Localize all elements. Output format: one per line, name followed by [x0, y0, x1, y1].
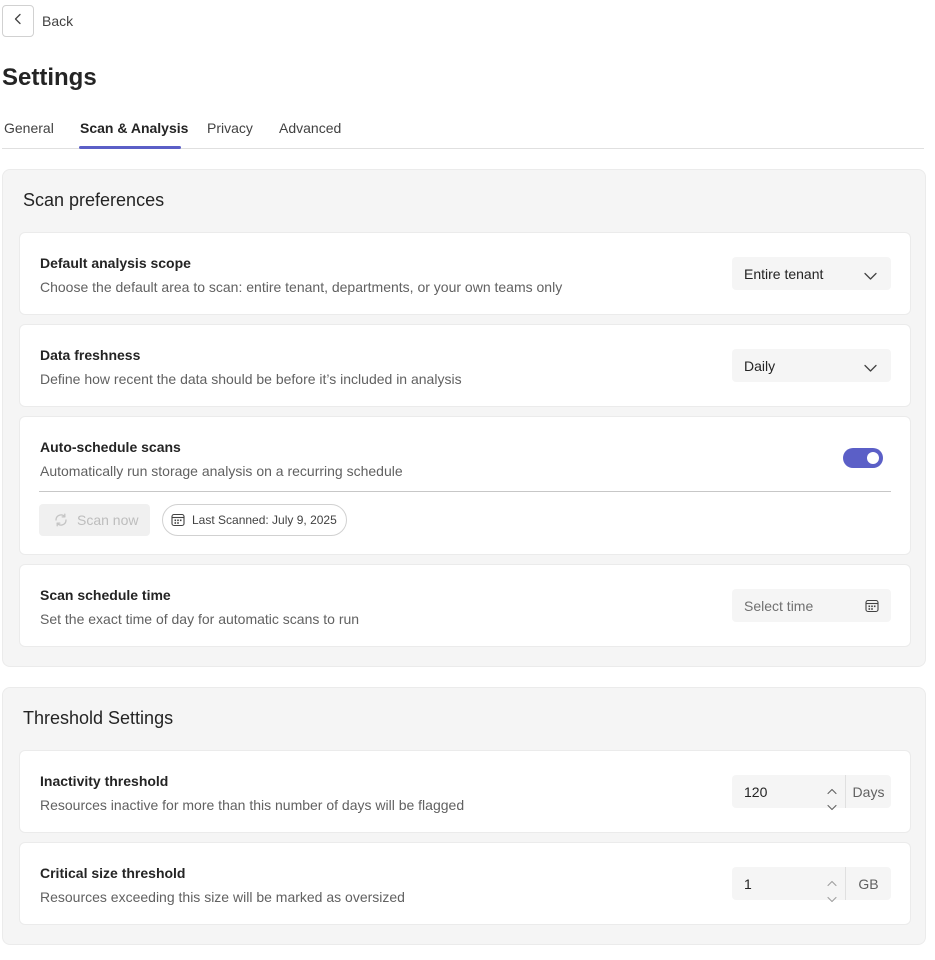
inactivity-stepper: 120 Days — [732, 775, 891, 811]
setting-description: Set the exact time of day for automatic … — [40, 611, 360, 627]
scan-now-button[interactable]: Scan now — [39, 504, 150, 536]
tab-advanced[interactable]: Advanced — [279, 120, 341, 136]
section-title: Threshold Settings — [23, 708, 174, 728]
freshness-dropdown[interactable]: Daily — [732, 349, 891, 382]
dropdown-value: Daily — [744, 357, 776, 374]
chevron-down-icon — [864, 268, 877, 284]
back-button[interactable] — [2, 5, 34, 37]
last-scanned-badge: Last Scanned: July 9, 2025 — [162, 504, 347, 536]
setting-description: Choose the default area to scan: entire … — [40, 279, 563, 295]
dropdown-value: Entire tenant — [744, 265, 824, 282]
input-value: 1 — [744, 875, 752, 892]
inactivity-threshold-card: Inactivity threshold Resources inactive … — [19, 750, 911, 833]
chevron-left-icon — [12, 12, 24, 30]
setting-title: Scan schedule time — [40, 587, 171, 603]
time-placeholder: Select time — [744, 597, 814, 614]
calendar-icon — [171, 513, 185, 527]
scan-now-label: Scan now — [77, 512, 139, 528]
critical-size-input[interactable]: 1 — [732, 867, 845, 903]
scope-dropdown[interactable]: Entire tenant — [732, 257, 891, 290]
tab-privacy[interactable]: Privacy — [207, 120, 253, 136]
setting-description: Automatically run storage analysis on a … — [40, 463, 403, 479]
tab-general[interactable]: General — [4, 120, 54, 136]
refresh-icon — [53, 512, 69, 528]
schedule-time-card: Scan schedule time Set the exact time of… — [19, 564, 911, 647]
spin-buttons[interactable] — [827, 782, 837, 811]
setting-title: Critical size threshold — [40, 865, 186, 881]
page-title: Settings — [2, 64, 97, 91]
setting-description: Resources inactive for more than this nu… — [40, 797, 465, 813]
setting-title: Default analysis scope — [40, 255, 191, 271]
auto-schedule-card: Auto-schedule scans Automatically run st… — [19, 416, 911, 555]
unit-label: Days — [845, 775, 891, 808]
critical-size-stepper: 1 GB — [732, 867, 891, 903]
default-scope-card: Default analysis scope Choose the defaul… — [19, 232, 911, 315]
chevron-down-icon[interactable] — [827, 798, 837, 814]
chevron-down-icon — [864, 360, 877, 376]
data-freshness-card: Data freshness Define how recent the dat… — [19, 324, 911, 407]
last-scanned-text: Last Scanned: July 9, 2025 — [192, 513, 337, 527]
active-tab-indicator — [79, 146, 181, 149]
setting-description: Define how recent the data should be bef… — [40, 371, 462, 387]
tab-scan-analysis[interactable]: Scan & Analysis — [80, 120, 188, 136]
chevron-down-icon[interactable] — [827, 890, 837, 906]
scan-preferences-section: Scan preferences Default analysis scope … — [2, 169, 926, 667]
auto-schedule-toggle[interactable] — [843, 448, 883, 468]
calendar-icon[interactable] — [865, 599, 879, 616]
back-label[interactable]: Back — [42, 13, 73, 29]
section-title: Scan preferences — [23, 190, 165, 210]
critical-size-card: Critical size threshold Resources exceed… — [19, 842, 911, 925]
unit-label: GB — [845, 867, 891, 900]
divider — [39, 491, 891, 492]
setting-title: Data freshness — [40, 347, 141, 363]
settings-tabs: General Scan & Analysis Privacy Advanced — [2, 110, 924, 149]
threshold-settings-section: Threshold Settings Inactivity threshold … — [2, 687, 926, 945]
inactivity-days-input[interactable]: 120 — [732, 775, 845, 811]
chevron-up-icon[interactable] — [827, 782, 837, 798]
setting-title: Auto-schedule scans — [40, 439, 181, 455]
time-picker-input[interactable]: Select time — [732, 589, 891, 622]
setting-title: Inactivity threshold — [40, 773, 169, 789]
input-value: 120 — [744, 783, 768, 800]
setting-description: Resources exceeding this size will be ma… — [40, 889, 405, 905]
toggle-knob — [867, 452, 879, 464]
chevron-up-icon[interactable] — [827, 874, 837, 890]
spin-buttons[interactable] — [827, 874, 837, 903]
